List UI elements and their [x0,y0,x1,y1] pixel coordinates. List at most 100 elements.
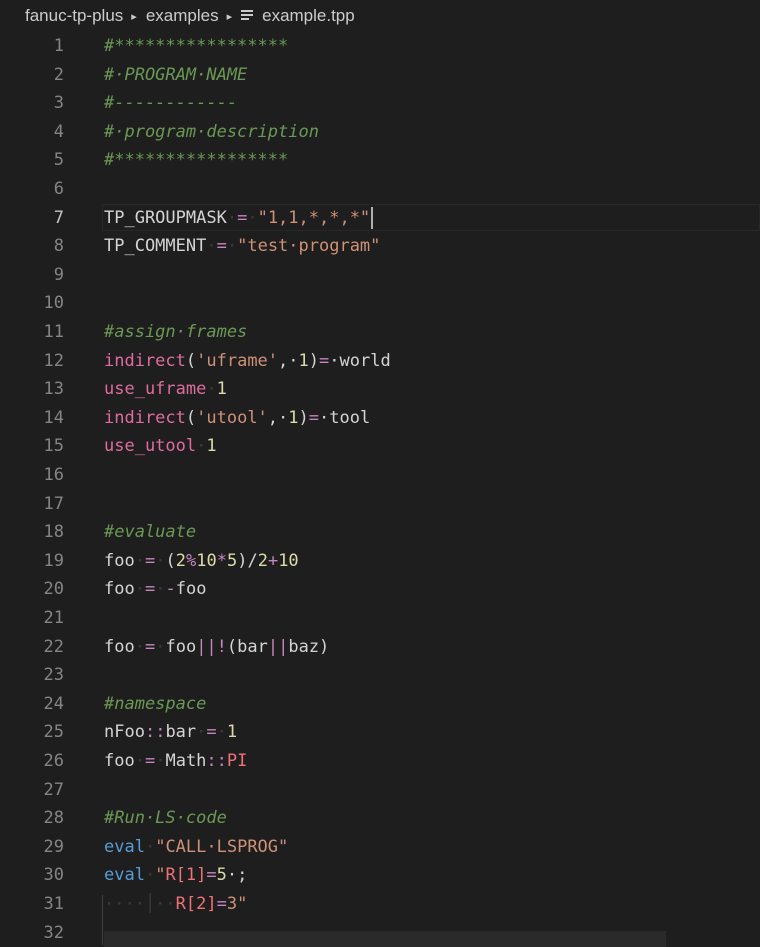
code-token: ( [165,550,176,571]
code-line[interactable]: 23 [0,661,760,690]
code-line[interactable]: 1 #***************** [0,32,760,61]
code-token: % [185,550,197,571]
line-number: 21 [43,608,64,628]
code-token: #Run·LS·code [104,808,227,829]
code-line[interactable]: 6 [0,175,760,204]
breadcrumb-folder-root[interactable]: fanuc-tp-plus [25,6,123,26]
code-token: · [155,751,166,771]
code-line[interactable]: 14 indirect('utool',·1)=·tool [0,404,760,433]
code-token: 2 [175,550,186,571]
code-token: · [144,865,156,886]
code-line[interactable]: 2 #·PROGRAM·NAME [0,61,760,90]
code-line[interactable]: 25 nFoo::bar·=·1 [0,718,760,747]
code-line[interactable]: 21 [0,604,760,633]
line-number: 2 [53,64,64,85]
line-number: 10 [43,293,64,314]
code-token: PI [226,751,248,771]
code-line[interactable]: 29 eval·"CALL·LSPROG" [0,833,760,862]
line-number: 30 [43,865,64,886]
code-line[interactable]: 4 #·program·description [0,118,760,147]
code-line[interactable]: 11 #assign·frames [0,318,760,347]
code-line[interactable]: 27 [0,776,760,805]
code-token: 5 [226,550,238,571]
code-token: 1 [226,722,238,743]
line-number: 3 [53,93,64,114]
code-line[interactable]: 20 foo·=·-foo [0,575,760,604]
code-text: ····│··R[2]=3" [104,890,247,919]
code-line[interactable]: 18 #evaluate [0,518,760,547]
code-text: foo·=·Math::PI [104,747,247,776]
code-line[interactable]: 30 eval·"R[1]=5·; [0,861,760,890]
code-token: + [267,550,279,571]
code-line[interactable]: 13 use_uframe·1 [0,375,760,404]
code-token: :: [206,751,227,771]
chevron-right-icon: ▸ [131,10,137,23]
code-text: #assign·frames [104,318,247,347]
code-token: 1 [216,379,227,400]
line-number: 25 [43,722,64,743]
code-token: "CALL·LSPROG" [155,836,289,857]
line-number: 22 [43,636,64,657]
code-token: R[1] [165,865,207,886]
code-line[interactable]: 31 ····│··R[2]=3" [0,890,760,919]
code-token: #***************** [104,150,289,171]
code-text: #namespace [104,690,206,719]
code-token: use_uframe [104,379,207,400]
code-line[interactable]: 9 [0,261,760,290]
code-token: · [216,722,227,743]
code-token: · [206,379,217,400]
line-number: 26 [43,751,64,771]
code-line[interactable]: 26 foo·=·Math::PI [0,747,760,776]
code-token: · [134,636,145,657]
code-token: = [206,722,217,743]
line-number: 16 [43,465,64,485]
code-token: "1,1,*,*,*" [257,207,371,228]
code-token: = [216,894,227,914]
code-line[interactable]: 7 TP_GROUPMASK·=·"1,1,*,*,*" [0,203,760,233]
code-token: )/ [237,550,258,571]
horizontal-scrollbar[interactable] [104,931,666,947]
code-token: eval [104,865,145,886]
line-number: 9 [53,264,64,285]
code-token: 2 [257,550,268,571]
code-line[interactable]: 3 #------------ [0,89,760,118]
code-line[interactable]: 16 [0,461,760,490]
code-token: 'uframe' [196,350,279,371]
code-token: · [206,236,217,257]
code-line[interactable]: 5 #***************** [0,146,760,175]
code-line[interactable]: 22 foo·=·foo||!(bar||baz) [0,633,760,662]
code-token: · [134,550,145,571]
indent-guide [102,895,103,945]
code-token: · [155,550,166,571]
line-number: 6 [53,179,64,199]
line-number: 24 [43,693,64,714]
code-line[interactable]: 19 foo·=·(2%10*5)/2+10 [0,547,760,576]
code-token: - [165,579,176,600]
code-line[interactable]: 10 [0,289,760,318]
code-line[interactable]: 15 use_utool·1 [0,432,760,461]
code-token: bar [165,722,197,743]
code-text: #·PROGRAM·NAME [104,61,247,90]
code-line[interactable]: 12 indirect('uframe',·1)=·world [0,347,760,376]
code-text: eval·"R[1]=5·; [104,861,247,890]
code-text: TP_COMMENT·=·"test·program" [104,232,380,261]
code-text: foo·=·-foo [104,575,206,604]
code-text: use_utool·1 [104,432,217,461]
code-line[interactable]: 24 #namespace [0,690,760,719]
code-editor[interactable]: 1 #***************** 2 #·PROGRAM·NAME 3 #----… [0,32,760,947]
code-token: :: [144,722,166,743]
code-token: · [226,207,238,228]
breadcrumb-folder-examples[interactable]: examples [146,6,219,26]
code-line[interactable]: 17 [0,490,760,519]
code-token: Math [165,751,207,771]
code-line[interactable]: 28 #Run·LS·code [0,804,760,833]
line-number: 20 [43,579,64,600]
line-number: 27 [43,779,64,800]
breadcrumb-file[interactable]: example.tpp [262,6,355,26]
code-line[interactable]: 8 TP_COMMENT·=·"test·program" [0,232,760,261]
code-token: ) [298,407,309,428]
line-number: 32 [43,922,64,943]
code-token: = [144,751,156,771]
code-token: * [216,550,227,571]
code-token: #·program·description [104,121,319,142]
